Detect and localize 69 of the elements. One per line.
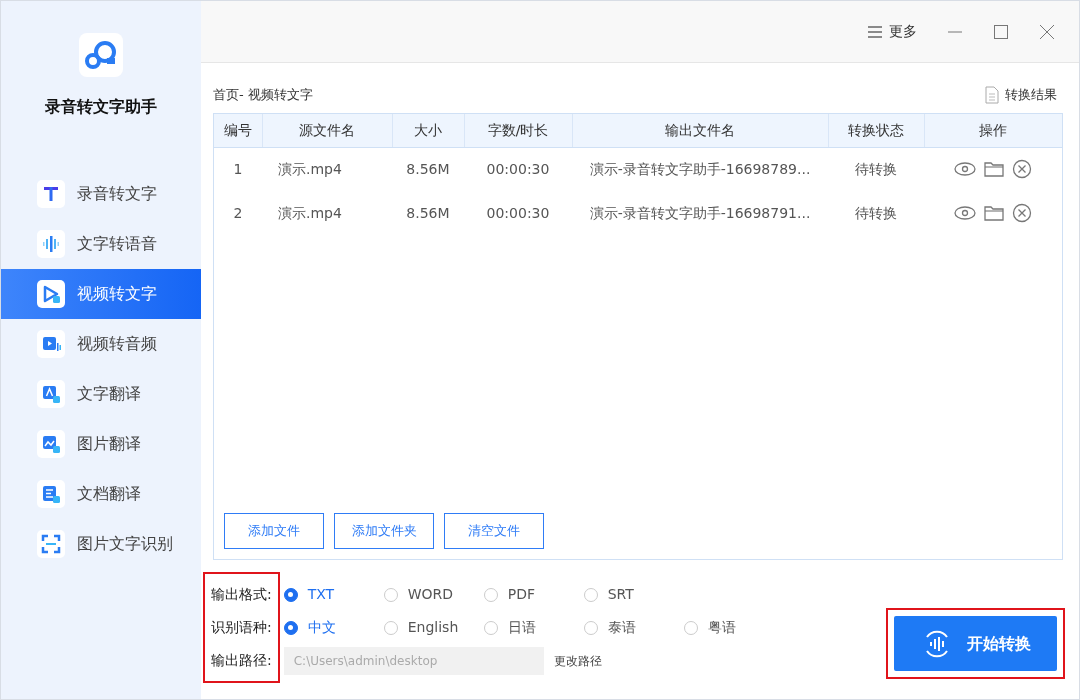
sidebar-item[interactable]: 文字转语音 — [1, 219, 201, 269]
column-header: 操作 — [924, 114, 1062, 147]
setting-label: 识别语种: — [211, 618, 272, 637]
sidebar-item[interactable]: 文档翻译 — [1, 469, 201, 519]
radio-option[interactable]: WORD — [383, 584, 484, 605]
column-header: 输出文件名 — [572, 114, 828, 147]
text-icon — [37, 180, 65, 208]
column-header: 编号 — [214, 114, 262, 147]
sidebar-item[interactable]: 视频转音频 — [1, 319, 201, 369]
close-icon — [1039, 23, 1055, 40]
table-cell: 演示-录音转文字助手-16698789... — [572, 147, 828, 191]
file-button[interactable]: 添加文件夹 — [334, 513, 434, 549]
app-title: 录音转文字助手 — [45, 96, 157, 118]
delete-icon[interactable] — [1012, 203, 1032, 223]
column-header: 源文件名 — [262, 114, 392, 147]
preview-icon[interactable] — [954, 206, 976, 220]
delete-icon[interactable] — [1012, 159, 1032, 180]
maximize-icon — [993, 23, 1009, 40]
table-cell: 1 — [214, 147, 262, 191]
sidebar-item[interactable]: 录音转文字 — [1, 169, 201, 219]
path-field[interactable]: C:\Users\admin\desktop — [283, 646, 544, 675]
folder-icon[interactable] — [984, 205, 1004, 221]
radio-option[interactable]: 泰语 — [583, 617, 684, 638]
sound-wave-icon — [37, 230, 65, 258]
scan-icon — [37, 530, 65, 558]
results-link[interactable]: 转换结果 — [979, 81, 1063, 109]
document-icon — [985, 86, 999, 104]
radio-option[interactable]: 粤语 — [683, 617, 784, 638]
translate-text-icon — [37, 380, 65, 408]
table-cell-text: 待转换 — [854, 203, 898, 223]
table-cell-text: 演示.mp4 — [277, 203, 343, 223]
table-cell-text: 00:00:30 — [485, 203, 551, 223]
setting-label: 输出路径: — [211, 651, 272, 670]
radio-option[interactable]: 中文 — [283, 617, 384, 638]
table-cell: 演示.mp4 — [262, 147, 392, 191]
table-cell-text: 演示-录音转文字助手-16698791... — [588, 203, 812, 223]
menu-icon — [867, 24, 883, 39]
table-cell: 8.56M — [392, 147, 464, 191]
table-cell: 00:00:30 — [464, 147, 572, 191]
radio-option[interactable]: English — [383, 617, 484, 638]
start-button[interactable]: 开始转换 — [894, 616, 1057, 671]
file-button[interactable]: 清空文件 — [444, 513, 544, 549]
minimize-icon — [947, 30, 963, 33]
video-audio-icon — [37, 330, 65, 358]
radio-option[interactable]: SRT — [583, 584, 684, 605]
more-menu-button[interactable]: 更多 — [861, 17, 923, 46]
sidebar-item[interactable]: 图片文字识别 — [1, 519, 201, 569]
column-header: 大小 — [392, 114, 464, 147]
column-header: 字数/时长 — [464, 114, 572, 147]
sidebar-item[interactable]: 图片翻译 — [1, 419, 201, 469]
setting-label: 输出格式: — [211, 585, 272, 604]
translate-image-icon — [37, 430, 65, 458]
preview-icon[interactable] — [954, 162, 976, 177]
translate-document-icon — [37, 480, 65, 508]
change-path-link[interactable]: 更改路径 — [553, 651, 602, 670]
folder-icon[interactable] — [984, 161, 1004, 178]
radio-option[interactable]: TXT — [283, 584, 384, 605]
app-logo — [79, 33, 123, 77]
table-cell-text: 8.56M — [405, 203, 451, 223]
sidebar-item[interactable]: 文字翻译 — [1, 369, 201, 419]
sidebar-item[interactable]: 视频转文字 — [1, 269, 201, 319]
radio-option[interactable]: PDF — [483, 584, 584, 605]
file-button[interactable]: 添加文件 — [224, 513, 324, 549]
radio-option[interactable]: 日语 — [483, 617, 584, 638]
table-cell: 待转换 — [828, 147, 924, 191]
video-text-icon — [37, 280, 65, 308]
breadcrumb: 首页- 视频转文字 — [213, 86, 313, 105]
column-header: 转换状态 — [828, 114, 924, 147]
table-cell-text: 2 — [232, 203, 244, 223]
